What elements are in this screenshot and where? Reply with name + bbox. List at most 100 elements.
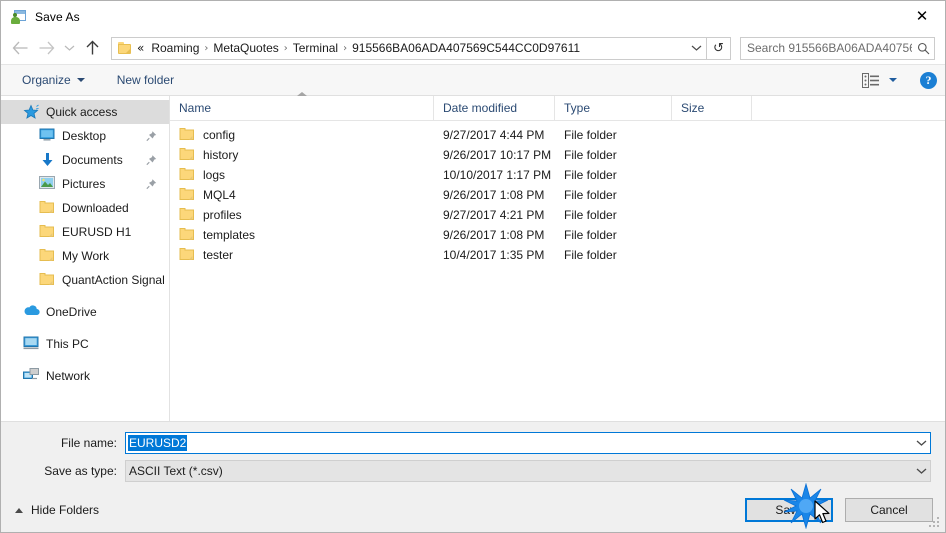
table-row[interactable]: templates 9/26/2017 1:08 PM File folder — [170, 225, 945, 245]
file-name-cell: logs — [170, 167, 434, 184]
sidebar-item-quantaction-signal[interactable]: QuantAction Signal — [1, 268, 169, 292]
file-name-cell: history — [170, 147, 434, 164]
sidebar-item-this-pc[interactable]: This PC — [1, 332, 169, 356]
address-dropdown-button[interactable] — [685, 38, 706, 59]
refresh-icon[interactable]: ↺ — [707, 36, 731, 60]
chevron-down-icon[interactable] — [912, 461, 930, 481]
sidebar-item-label: Downloaded — [62, 201, 129, 215]
desktop-icon — [39, 128, 55, 144]
file-name-text: history — [203, 148, 239, 162]
sidebar-item-onedrive[interactable]: OneDrive — [1, 300, 169, 324]
date-modified-cell: 9/26/2017 1:08 PM — [443, 188, 545, 202]
table-row[interactable]: tester 10/4/2017 1:35 PM File folder — [170, 245, 945, 265]
chevron-down-icon — [889, 78, 897, 82]
pin-icon[interactable] — [146, 131, 157, 142]
table-row[interactable]: profiles 9/27/2017 4:21 PM File folder — [170, 205, 945, 225]
help-icon[interactable]: ? — [920, 71, 937, 89]
sidebar-item-label: My Work — [62, 249, 110, 263]
arrow-left-icon — [12, 41, 27, 55]
folder-icon — [179, 187, 195, 204]
table-row[interactable]: config 9/27/2017 4:44 PM File folder — [170, 125, 945, 145]
column-headers: Name Date modified Type Size — [170, 92, 945, 121]
resize-grip-icon[interactable] — [929, 517, 941, 529]
organize-button[interactable]: Organize — [15, 70, 92, 90]
sidebar-item-label: EURUSD H1 — [62, 225, 132, 239]
file-name-text: config — [203, 128, 236, 142]
type-cell: File folder — [564, 168, 617, 182]
sidebar-item-label: Desktop — [62, 129, 107, 143]
save-button[interactable]: Save — [745, 498, 833, 522]
save-as-type-select[interactable]: ASCII Text (*.csv) — [125, 460, 931, 482]
sidebar-item-downloaded[interactable]: Downloaded — [1, 196, 169, 220]
forward-button[interactable] — [33, 36, 59, 60]
column-header-size[interactable]: Size — [672, 96, 752, 120]
view-options-button[interactable] — [855, 70, 904, 91]
window-title: Save As — [35, 9, 80, 24]
up-button[interactable] — [79, 36, 105, 60]
recent-locations-button[interactable] — [59, 36, 79, 60]
network-icon — [23, 368, 39, 384]
table-row[interactable]: MQL4 9/26/2017 1:08 PM File folder — [170, 185, 945, 205]
pin-icon[interactable] — [146, 179, 157, 190]
file-name-label: File name: — [60, 436, 117, 450]
hide-folders-label: Hide Folders — [31, 503, 100, 517]
folder-icon — [179, 207, 195, 224]
file-name-text: logs — [203, 168, 226, 182]
sidebar-item-quick-access[interactable]: Quick access — [1, 100, 169, 124]
table-row[interactable]: history 9/26/2017 10:17 PM File folder — [170, 145, 945, 165]
breadcrumb-item-2[interactable]: Terminal — [289, 40, 342, 56]
file-name-row: File name: EURUSD2 — [1, 432, 945, 454]
sidebar-item-eurusd-h1[interactable]: EURUSD H1 — [1, 220, 169, 244]
date-modified-cell: 9/26/2017 10:17 PM — [443, 148, 552, 162]
breadcrumb: « Roaming › MetaQuotes › Terminal › 9155… — [134, 40, 685, 56]
breadcrumb-item-1[interactable]: MetaQuotes — [209, 40, 282, 56]
column-header-name[interactable]: Name — [170, 92, 434, 120]
chevron-down-icon[interactable] — [912, 433, 930, 453]
hide-folders-button[interactable]: Hide Folders — [15, 503, 99, 517]
file-list-pane: Name Date modified Type Size config 9/27/… — [170, 92, 945, 421]
file-name-cell: tester — [170, 247, 434, 264]
breadcrumb-item-0[interactable]: Roaming — [147, 40, 203, 56]
file-name-input[interactable]: EURUSD2 — [125, 432, 931, 454]
pictures-icon — [39, 176, 55, 192]
file-name-text: profiles — [203, 208, 242, 222]
folder-icon — [179, 167, 195, 184]
sidebar-separator — [1, 292, 169, 300]
pin-icon[interactable] — [146, 155, 157, 166]
breadcrumb-item-3[interactable]: 915566BA06ADA407569C544CC0D97611 — [348, 40, 584, 56]
breadcrumb-overflow-icon[interactable]: « — [134, 41, 147, 55]
documents-download-icon — [39, 152, 55, 168]
sort-ascending-icon — [296, 92, 307, 96]
close-icon[interactable]: ✕ — [899, 1, 945, 31]
dialog-body: Quick access Desktop Documents Pictures Down… — [1, 92, 945, 421]
sidebar-item-documents[interactable]: Documents — [1, 148, 169, 172]
search-icon — [912, 42, 934, 55]
sidebar-item-label: QuantAction Signal — [62, 273, 165, 287]
new-folder-button[interactable]: New folder — [110, 70, 181, 90]
sidebar-item-my-work[interactable]: My Work — [1, 244, 169, 268]
back-button[interactable] — [7, 36, 33, 60]
sidebar-item-network[interactable]: Network — [1, 364, 169, 388]
table-row[interactable]: logs 10/10/2017 1:17 PM File folder — [170, 165, 945, 185]
navigation-bar: « Roaming › MetaQuotes › Terminal › 9155… — [1, 32, 945, 65]
file-name-text: templates — [203, 228, 256, 242]
column-label: Type — [564, 101, 591, 115]
file-name-cell: MQL4 — [170, 187, 434, 204]
file-name-text: MQL4 — [203, 188, 236, 202]
computer-icon — [23, 336, 39, 352]
column-label: Name — [179, 101, 212, 115]
cancel-button[interactable]: Cancel — [845, 498, 933, 522]
column-header-date-modified[interactable]: Date modified — [434, 96, 555, 120]
arrow-up-icon — [86, 40, 98, 55]
onedrive-cloud-icon — [23, 304, 40, 320]
file-name-cell: templates — [170, 227, 434, 244]
search-input[interactable]: Search 915566BA06ADA40756... — [740, 36, 935, 60]
date-modified-cell: 10/4/2017 1:35 PM — [443, 248, 545, 262]
file-rows: config 9/27/2017 4:44 PM File folder histor… — [170, 121, 945, 421]
column-header-type[interactable]: Type — [555, 96, 672, 120]
sidebar-item-desktop[interactable]: Desktop — [1, 124, 169, 148]
date-modified-cell: 9/27/2017 4:44 PM — [443, 128, 545, 142]
address-bar[interactable]: « Roaming › MetaQuotes › Terminal › 9155… — [111, 36, 707, 60]
sidebar-item-label: Network — [46, 369, 91, 383]
sidebar-item-pictures[interactable]: Pictures — [1, 172, 169, 196]
